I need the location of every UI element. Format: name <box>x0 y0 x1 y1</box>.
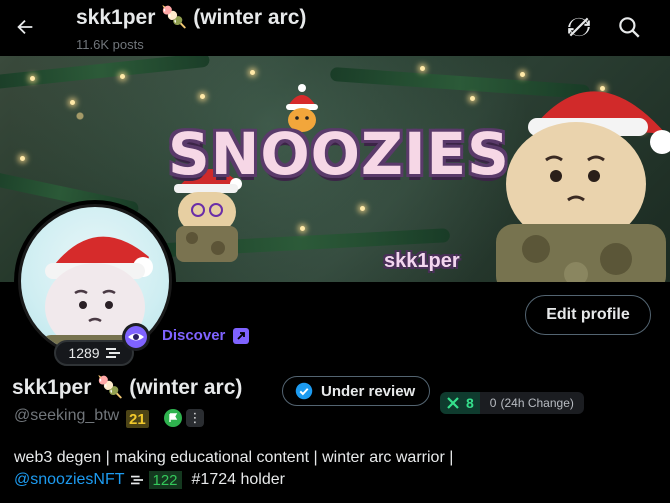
under-review-badge[interactable]: Under review <box>282 376 431 406</box>
flag-icon <box>164 409 182 427</box>
string-light <box>420 66 425 71</box>
string-light <box>20 156 25 161</box>
search-icon[interactable] <box>616 14 642 40</box>
follower-count: 1289 <box>68 345 100 361</box>
mention-link[interactable]: @snooziesNFT <box>14 471 125 489</box>
page-title: skk1per 🍡 (winter arc) <box>76 6 307 29</box>
bio-line: @snooziesNFT 122 #1724 holder <box>14 471 285 489</box>
x-logo-icon <box>447 397 459 409</box>
more-options-icon[interactable]: ⋮ <box>186 409 204 427</box>
xscore-value: 8 <box>466 395 474 411</box>
string-light <box>30 76 35 81</box>
xscore-change-value: 0 <box>489 396 497 410</box>
xscore-change-box: 0 (24h Change) <box>479 392 584 414</box>
display-name: skk1per 🍡 (winter arc) <box>12 376 243 399</box>
list-lines-icon <box>105 348 120 358</box>
number-badge: 21 <box>126 410 149 428</box>
posts-count: 11.6K posts <box>76 37 144 52</box>
banner-handle-text: skk1per <box>384 250 460 272</box>
xscore-change-label: (24h Change) <box>500 396 574 410</box>
bio-tail: #1724 holder <box>191 471 285 488</box>
user-handle: @seeking_btw <box>14 407 120 424</box>
under-review-label: Under review <box>321 382 416 400</box>
string-light <box>300 226 305 231</box>
number-badge: 122 <box>148 471 182 489</box>
profile-header: skk1per 🍡 (winter arc) 11.6K posts <box>0 0 670 56</box>
back-arrow-icon[interactable] <box>10 12 40 42</box>
string-light <box>470 96 475 101</box>
eye-badge-icon[interactable] <box>122 323 150 351</box>
refresh-icon[interactable] <box>566 14 592 40</box>
pine-branch <box>0 56 211 90</box>
list-lines-icon <box>130 475 143 485</box>
verified-check-icon <box>295 382 313 400</box>
external-arrow-icon <box>233 327 250 344</box>
follower-count-pill[interactable]: 1289 <box>54 340 134 366</box>
discover-link[interactable]: Discover <box>162 327 250 344</box>
string-light <box>70 100 75 105</box>
string-light <box>250 70 255 75</box>
discover-label: Discover <box>162 327 226 344</box>
xscore-value-box: 8 <box>440 392 480 414</box>
string-light <box>120 74 125 79</box>
xscore-widget[interactable]: 8 0 (24h Change) <box>440 392 584 414</box>
edit-profile-button[interactable]: Edit profile <box>525 295 651 335</box>
string-light <box>360 206 365 211</box>
banner-logo-text: SNOOZIES <box>168 120 510 188</box>
bio-line: web3 degen | making educational content … <box>14 449 454 466</box>
string-light <box>200 94 205 99</box>
